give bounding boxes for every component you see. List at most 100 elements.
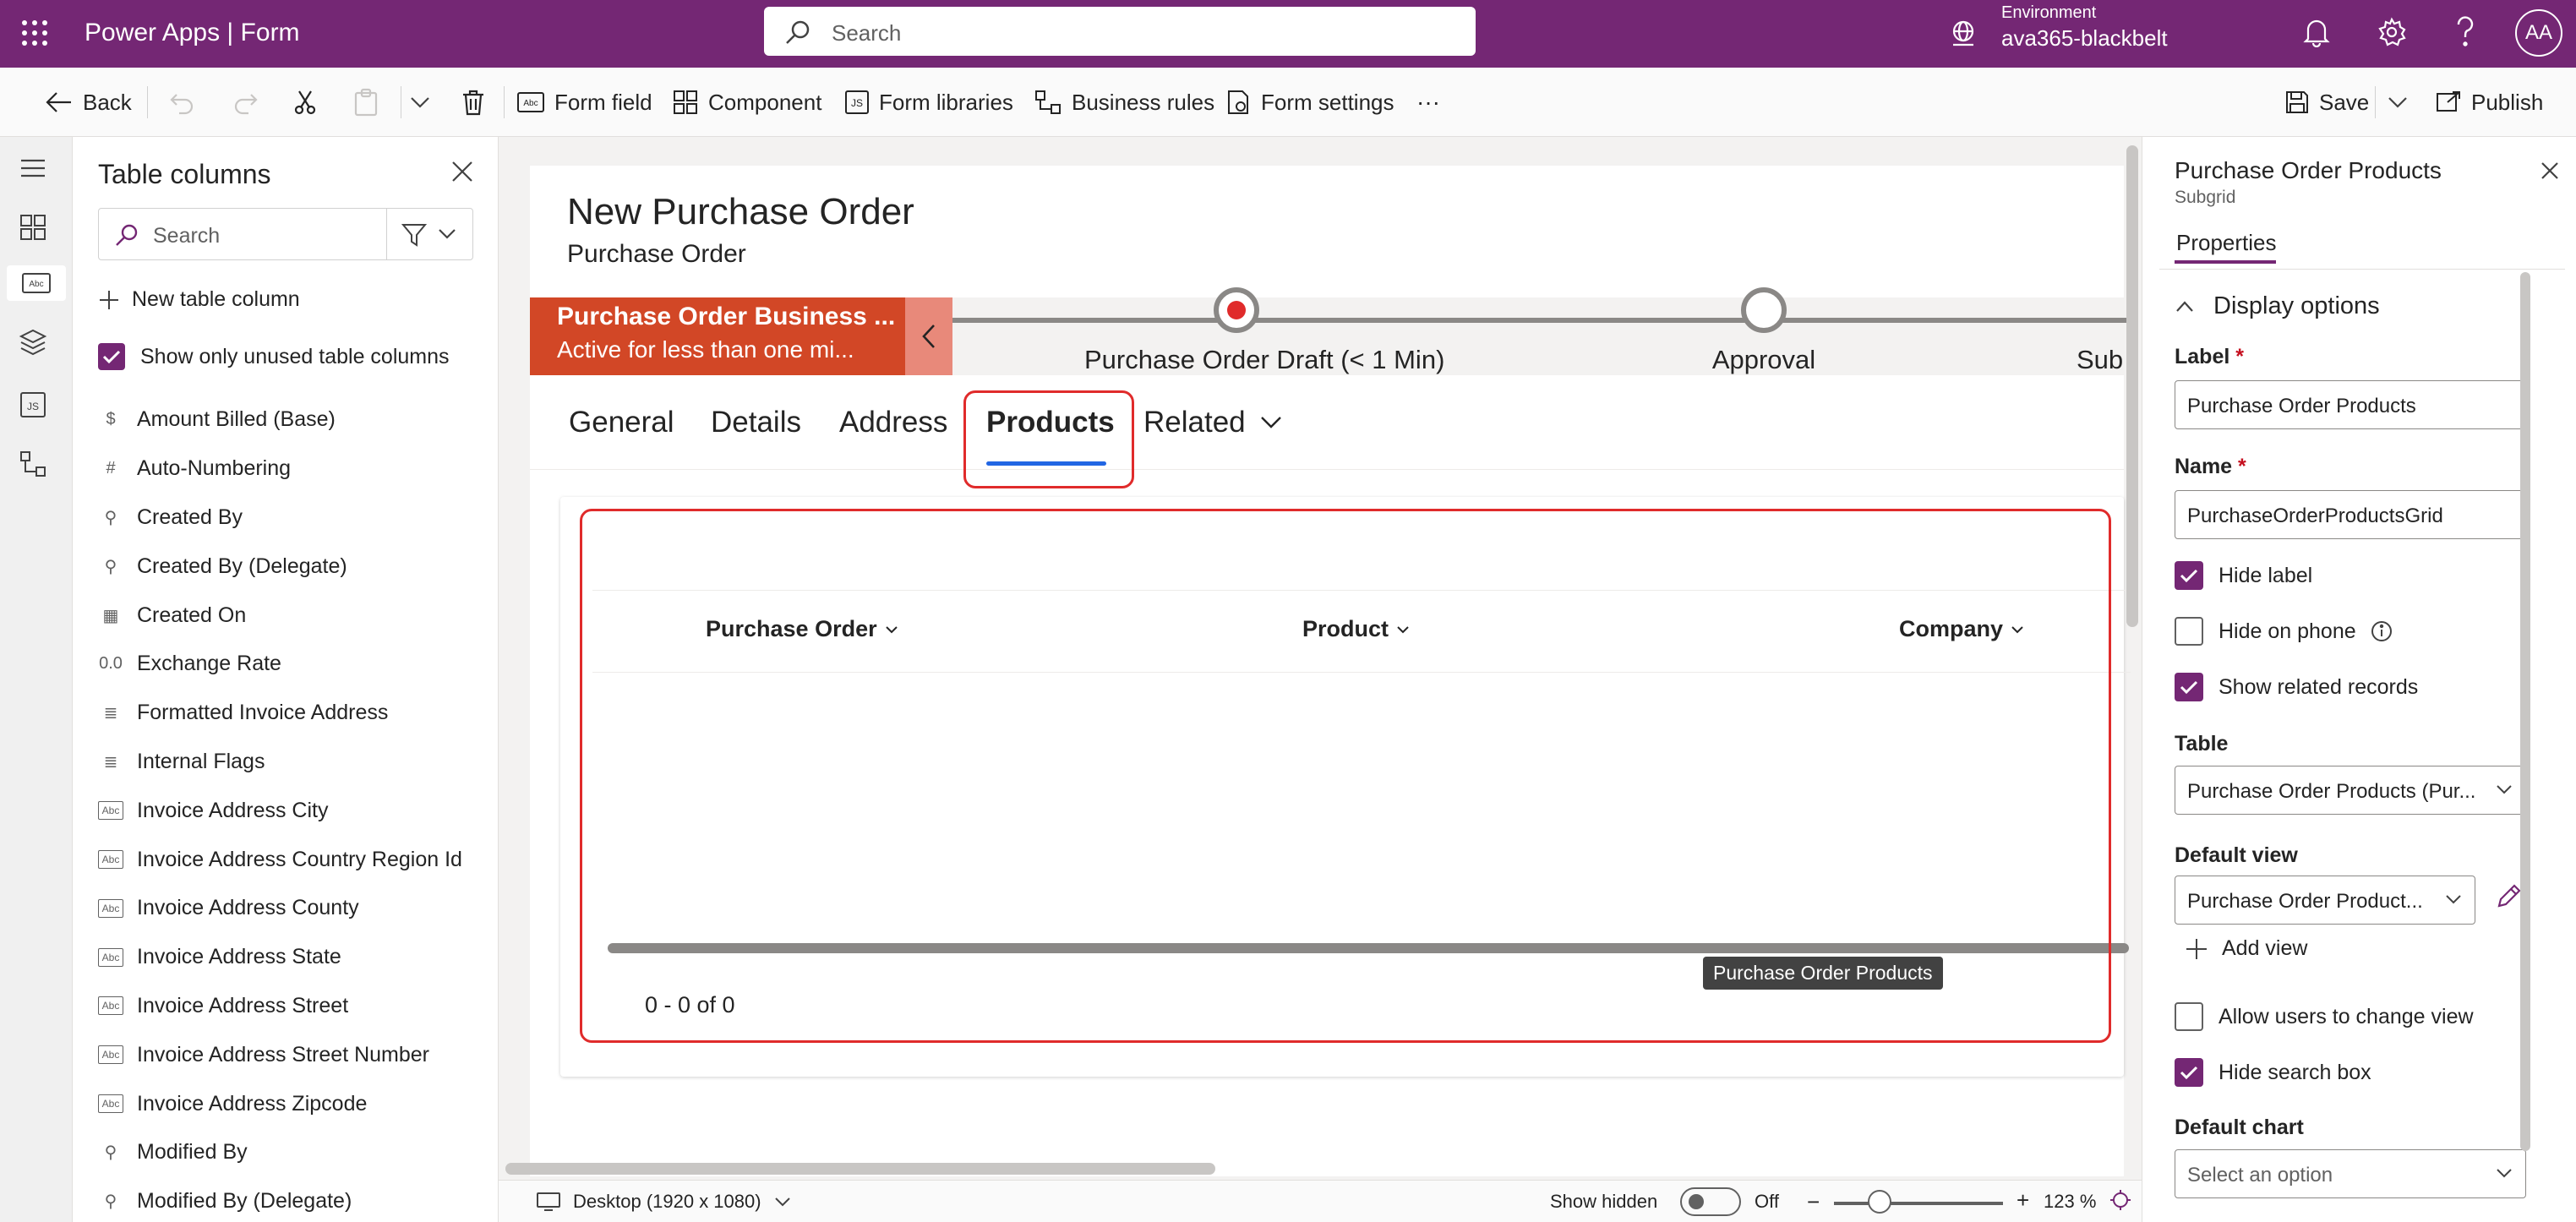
table-column-item[interactable]: 0.0 Exchange Rate	[98, 640, 529, 689]
fit-to-screen-icon[interactable]	[2109, 1189, 2131, 1211]
chevron-down-icon	[774, 1197, 790, 1207]
name-input[interactable]: PurchaseOrderProductsGrid	[2175, 490, 2526, 539]
cut-button[interactable]	[292, 68, 328, 137]
table-column-item[interactable]: ⚲ Modified By	[98, 1128, 529, 1177]
info-icon[interactable]	[2370, 619, 2393, 643]
hamburger-menu-icon[interactable]	[19, 154, 54, 189]
zoom-out-button[interactable]: −	[1807, 1189, 1820, 1215]
table-column-item[interactable]: Abc Invoice Address Street	[98, 982, 529, 1031]
new-table-column-button[interactable]: New table column	[98, 287, 300, 312]
business-rules-button[interactable]: Business rules	[1034, 68, 1214, 137]
form-settings-button[interactable]: Form settings	[1225, 68, 1394, 137]
tab-general[interactable]: General	[569, 406, 674, 439]
notifications-icon[interactable]	[2302, 17, 2331, 47]
allow-change-view-checkbox[interactable]: Allow users to change view	[2175, 1002, 2474, 1031]
paste-button[interactable]	[353, 68, 389, 137]
help-icon[interactable]	[2453, 15, 2478, 49]
table-column-item[interactable]: Abc Invoice Address County	[98, 884, 529, 933]
show-related-records-checkbox[interactable]: Show related records	[2175, 673, 2418, 701]
zoom-slider-thumb[interactable]	[1868, 1190, 1891, 1214]
table-field-label: Table	[2175, 732, 2229, 756]
table-column-item[interactable]: ≣ Internal Flags	[98, 738, 529, 787]
chevron-down-icon[interactable]	[437, 227, 457, 241]
tab-address[interactable]: Address	[839, 406, 947, 439]
back-button[interactable]: Back	[44, 68, 132, 137]
table-columns-nav-icon[interactable]: Abc	[7, 265, 66, 301]
more-options-dropdown[interactable]	[409, 68, 441, 137]
show-hidden-toggle[interactable]	[1680, 1187, 1741, 1216]
environment-name[interactable]: ava365-blackbelt	[2001, 25, 2168, 52]
table-column-item[interactable]: ≣ Formatted Invoice Address	[98, 689, 529, 738]
form-libraries-button[interactable]: JS Form libraries	[845, 68, 1013, 137]
table-column-item[interactable]: Abc Invoice Address City	[98, 786, 529, 835]
table-column-item[interactable]: Abc Invoice Address Zipcode	[98, 1079, 529, 1128]
tab-related[interactable]: Related	[1143, 406, 1283, 439]
active-process-stage[interactable]: Purchase Order Business ... Active for l…	[530, 297, 905, 375]
hide-label-checkbox[interactable]: Hide label	[2175, 561, 2312, 590]
redo-button[interactable]	[233, 68, 269, 137]
business-process-flow: Purchase Order Business ... Active for l…	[530, 287, 2136, 375]
tree-view-layers-icon[interactable]	[19, 328, 54, 363]
settings-gear-icon[interactable]	[2377, 17, 2407, 47]
delete-button[interactable]	[461, 68, 495, 137]
table-column-item[interactable]: Abc Invoice Address State	[98, 933, 529, 982]
device-selector[interactable]: Desktop (1920 x 1080)	[536, 1191, 792, 1213]
column-header-purchase-order[interactable]: Purchase Order	[706, 616, 899, 642]
tab-properties[interactable]: Properties	[2176, 230, 2277, 256]
zoom-slider-track[interactable]	[1834, 1202, 2003, 1205]
hide-search-box-checkbox[interactable]: Hide search box	[2175, 1058, 2371, 1087]
close-icon[interactable]	[450, 159, 475, 184]
components-icon[interactable]	[19, 213, 54, 248]
component-button[interactable]: Component	[673, 68, 821, 137]
column-header-company[interactable]: Company	[1899, 616, 2025, 642]
show-only-unused-checkbox[interactable]: Show only unused table columns	[98, 343, 450, 370]
checkbox-checked-icon	[2175, 673, 2203, 701]
add-view-button[interactable]: Add view	[2185, 936, 2307, 961]
column-header-product[interactable]: Product	[1302, 616, 1411, 642]
zoom-in-button[interactable]: +	[2017, 1187, 2029, 1214]
process-back-button[interactable]	[905, 297, 952, 375]
save-button[interactable]: Save	[2285, 68, 2369, 137]
form-libraries-label: Form libraries	[879, 89, 1013, 115]
app-title[interactable]: Power Apps | Form	[85, 19, 300, 47]
hide-on-phone-checkbox[interactable]: Hide on phone	[2175, 617, 2393, 646]
business-rules-nav-icon[interactable]	[19, 450, 54, 485]
form-field-button[interactable]: Abc Form field	[517, 68, 652, 137]
default-chart-field-label: Default chart	[2175, 1116, 2304, 1139]
table-column-item[interactable]: Abc Invoice Address Street Number	[98, 1030, 529, 1079]
label-input[interactable]: Purchase Order Products	[2175, 380, 2526, 429]
default-view-dropdown[interactable]: Purchase Order Product...	[2175, 876, 2475, 925]
column-search-input[interactable]: Search	[98, 208, 473, 260]
more-commands-button[interactable]: ···	[1416, 68, 1440, 137]
table-column-item[interactable]: ⚲ Modified By (Delegate)	[98, 1177, 529, 1222]
publish-button[interactable]: Publish	[2436, 68, 2543, 137]
default-chart-dropdown[interactable]: Select an option	[2175, 1149, 2526, 1198]
table-column-item[interactable]: ⚲ Created By	[98, 494, 529, 543]
global-search-input[interactable]: Search	[764, 7, 1476, 56]
form-libraries-nav-icon[interactable]: JS	[19, 390, 54, 426]
close-icon[interactable]	[2540, 161, 2560, 181]
purchase-order-products-subgrid[interactable]: Purchase Order Product Company Purchase …	[592, 512, 2131, 1045]
table-column-item[interactable]: ▦ Created On	[98, 591, 529, 640]
filter-icon[interactable]	[401, 222, 427, 248]
display-options-section-header[interactable]: Display options	[2175, 292, 2380, 320]
process-stage-draft[interactable]: Purchase Order Draft (< 1 Min)	[1084, 287, 1444, 375]
tab-products[interactable]: Products	[986, 406, 1115, 439]
table-column-item[interactable]: ⚲ Created By (Delegate)	[98, 542, 529, 591]
business-rules-label: Business rules	[1072, 89, 1215, 115]
table-column-item[interactable]: $ Amount Billed (Base)	[98, 396, 529, 445]
undo-button[interactable]	[169, 68, 205, 137]
tab-details[interactable]: Details	[711, 406, 801, 439]
canvas-horizontal-scrollbar[interactable]	[505, 1163, 1215, 1175]
process-stage-approval[interactable]: Approval	[1696, 287, 1831, 375]
canvas-vertical-scrollbar[interactable]	[2126, 145, 2138, 627]
save-options-dropdown[interactable]	[2387, 68, 2419, 137]
table-dropdown[interactable]: Purchase Order Products (Pur...	[2175, 766, 2526, 815]
app-launcher-icon[interactable]	[20, 19, 49, 47]
subgrid-horizontal-scrollbar[interactable]	[608, 943, 2129, 953]
edit-view-pencil-icon[interactable]	[2494, 882, 2523, 911]
table-column-item[interactable]: Abc Invoice Address Country Region Id	[98, 835, 529, 884]
user-avatar[interactable]: AA	[2515, 9, 2562, 57]
table-column-item[interactable]: # Auto-Numbering	[98, 445, 529, 494]
properties-scrollbar[interactable]	[2520, 272, 2530, 1151]
